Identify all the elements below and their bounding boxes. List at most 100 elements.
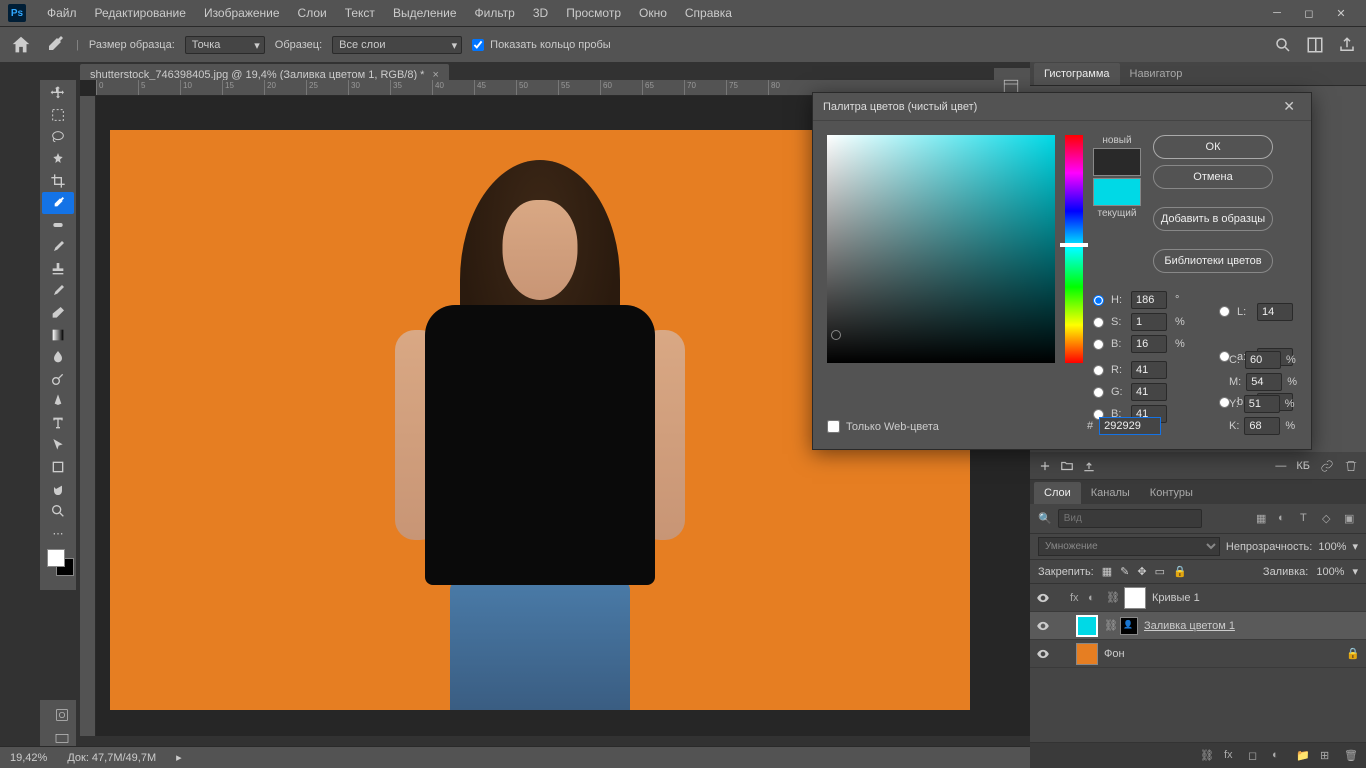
h-field[interactable]: [1131, 291, 1167, 309]
mask-icon[interactable]: ◻: [1248, 749, 1262, 763]
color-libs-button[interactable]: Библиотеки цветов: [1153, 249, 1273, 273]
layer-row[interactable]: Фон 🔒: [1030, 640, 1366, 668]
menu-view[interactable]: Просмотр: [557, 0, 630, 26]
fill-value[interactable]: 100%: [1316, 566, 1344, 578]
fx-icon[interactable]: fx: [1224, 749, 1238, 763]
lock-pixels-icon[interactable]: ▦: [1102, 565, 1112, 578]
tab-navigator[interactable]: Навигатор: [1120, 63, 1193, 85]
y-field[interactable]: [1244, 395, 1280, 413]
tab-paths[interactable]: Контуры: [1140, 482, 1203, 504]
quick-select-tool[interactable]: [42, 148, 74, 170]
gradient-tool[interactable]: [42, 324, 74, 346]
m-field[interactable]: [1246, 373, 1282, 391]
k-field[interactable]: [1244, 417, 1280, 435]
minimize-button[interactable]: ─: [1270, 6, 1284, 20]
eyedropper-tool[interactable]: [42, 192, 74, 214]
eyedropper-tool-icon[interactable]: [42, 33, 66, 57]
menu-select[interactable]: Выделение: [384, 0, 466, 26]
tab-layers[interactable]: Слои: [1034, 482, 1081, 504]
stamp-tool[interactable]: [42, 258, 74, 280]
add-swatch-button[interactable]: Добавить в образцы: [1153, 207, 1273, 231]
lock-artboard-icon[interactable]: ▭: [1155, 565, 1165, 578]
dialog-close-icon[interactable]: ✕: [1277, 96, 1301, 117]
layer-thumb[interactable]: [1076, 615, 1098, 637]
hue-slider[interactable]: [1065, 135, 1083, 363]
s-field[interactable]: [1131, 313, 1167, 331]
new-layer-icon[interactable]: [1038, 459, 1052, 473]
current-color-swatch[interactable]: [1093, 178, 1141, 206]
menu-window[interactable]: Окно: [630, 0, 676, 26]
opacity-value[interactable]: 100%: [1318, 541, 1346, 553]
ruler-vertical[interactable]: [80, 96, 96, 736]
filter-text-icon[interactable]: T: [1300, 512, 1314, 526]
blur-tool[interactable]: [42, 346, 74, 368]
hex-field[interactable]: [1099, 417, 1161, 435]
web-only-checkbox[interactable]: [827, 420, 840, 433]
new-folder-icon[interactable]: [1060, 459, 1074, 473]
filter-pixel-icon[interactable]: ▦: [1256, 512, 1270, 526]
layers-filter-input[interactable]: [1058, 509, 1202, 528]
quickmask-button[interactable]: [46, 704, 78, 726]
sample-size-select[interactable]: Точка ▾: [185, 36, 265, 54]
trash-icon[interactable]: [1344, 459, 1358, 473]
menu-layers[interactable]: Слои: [289, 0, 336, 26]
color-field-marker[interactable]: [831, 330, 841, 340]
menu-3d[interactable]: 3D: [524, 0, 557, 26]
tab-histogram[interactable]: Гистограмма: [1034, 63, 1120, 85]
foreground-color[interactable]: [47, 549, 65, 567]
layer-row[interactable]: ⛓ 👤 Заливка цветом 1: [1030, 612, 1366, 640]
g-radio[interactable]: [1093, 387, 1104, 398]
menu-file[interactable]: Файл: [38, 0, 86, 26]
r-field[interactable]: [1131, 361, 1167, 379]
filter-adjust-icon[interactable]: ◐: [1278, 512, 1292, 526]
filter-smart-icon[interactable]: ▣: [1344, 512, 1358, 526]
link-icon[interactable]: [1320, 459, 1334, 473]
menu-text[interactable]: Текст: [336, 0, 384, 26]
upload-icon[interactable]: [1082, 459, 1096, 473]
eraser-tool[interactable]: [42, 302, 74, 324]
lock-brush-icon[interactable]: ✎: [1120, 565, 1129, 578]
r-radio[interactable]: [1093, 365, 1104, 376]
show-ring-checkbox[interactable]: [472, 39, 484, 51]
l-radio[interactable]: [1219, 306, 1230, 317]
group-icon[interactable]: 📁: [1296, 749, 1310, 763]
sample-select[interactable]: Все слои ▾: [332, 36, 462, 54]
bv-field[interactable]: [1131, 335, 1167, 353]
visibility-icon[interactable]: [1036, 591, 1050, 605]
lock-all-icon[interactable]: 🔒: [1173, 565, 1187, 578]
cancel-button[interactable]: Отмена: [1153, 165, 1273, 189]
edit-toolbar-button[interactable]: ⋯: [42, 522, 74, 544]
path-select-tool[interactable]: [42, 434, 74, 456]
visibility-icon[interactable]: [1036, 619, 1050, 633]
tab-channels[interactable]: Каналы: [1081, 482, 1140, 504]
layer-thumb[interactable]: [1076, 643, 1098, 665]
pen-tool[interactable]: [42, 390, 74, 412]
dialog-titlebar[interactable]: Палитра цветов (чистый цвет) ✕: [813, 93, 1311, 121]
search-icon[interactable]: [1274, 36, 1292, 54]
marquee-tool[interactable]: [42, 104, 74, 126]
menu-help[interactable]: Справка: [676, 0, 741, 26]
zoom-level[interactable]: 19,42%: [10, 752, 47, 764]
hand-tool[interactable]: [42, 478, 74, 500]
g-field[interactable]: [1131, 383, 1167, 401]
crop-tool[interactable]: [42, 170, 74, 192]
dodge-tool[interactable]: [42, 368, 74, 390]
move-tool[interactable]: [42, 82, 74, 104]
home-icon[interactable]: [10, 34, 32, 56]
doc-size[interactable]: Док: 47,7M/49,7M: [67, 752, 156, 764]
h-radio[interactable]: [1093, 295, 1104, 306]
maximize-button[interactable]: ◻: [1302, 6, 1316, 20]
adjustment-icon[interactable]: ◐: [1272, 749, 1286, 763]
b-radio[interactable]: [1093, 339, 1104, 350]
layer-mask-thumb[interactable]: 👤: [1120, 617, 1138, 635]
workspace-icon[interactable]: [1306, 36, 1324, 54]
menu-edit[interactable]: Редактирование: [86, 0, 195, 26]
l-field[interactable]: [1257, 303, 1293, 321]
text-tool[interactable]: [42, 412, 74, 434]
blend-mode-select[interactable]: Умножение: [1038, 537, 1220, 556]
zoom-tool[interactable]: [42, 500, 74, 522]
hue-marker[interactable]: [1060, 243, 1088, 247]
delete-layer-icon[interactable]: 🗑: [1344, 749, 1358, 763]
menu-image[interactable]: Изображение: [195, 0, 289, 26]
s-radio[interactable]: [1093, 317, 1104, 328]
